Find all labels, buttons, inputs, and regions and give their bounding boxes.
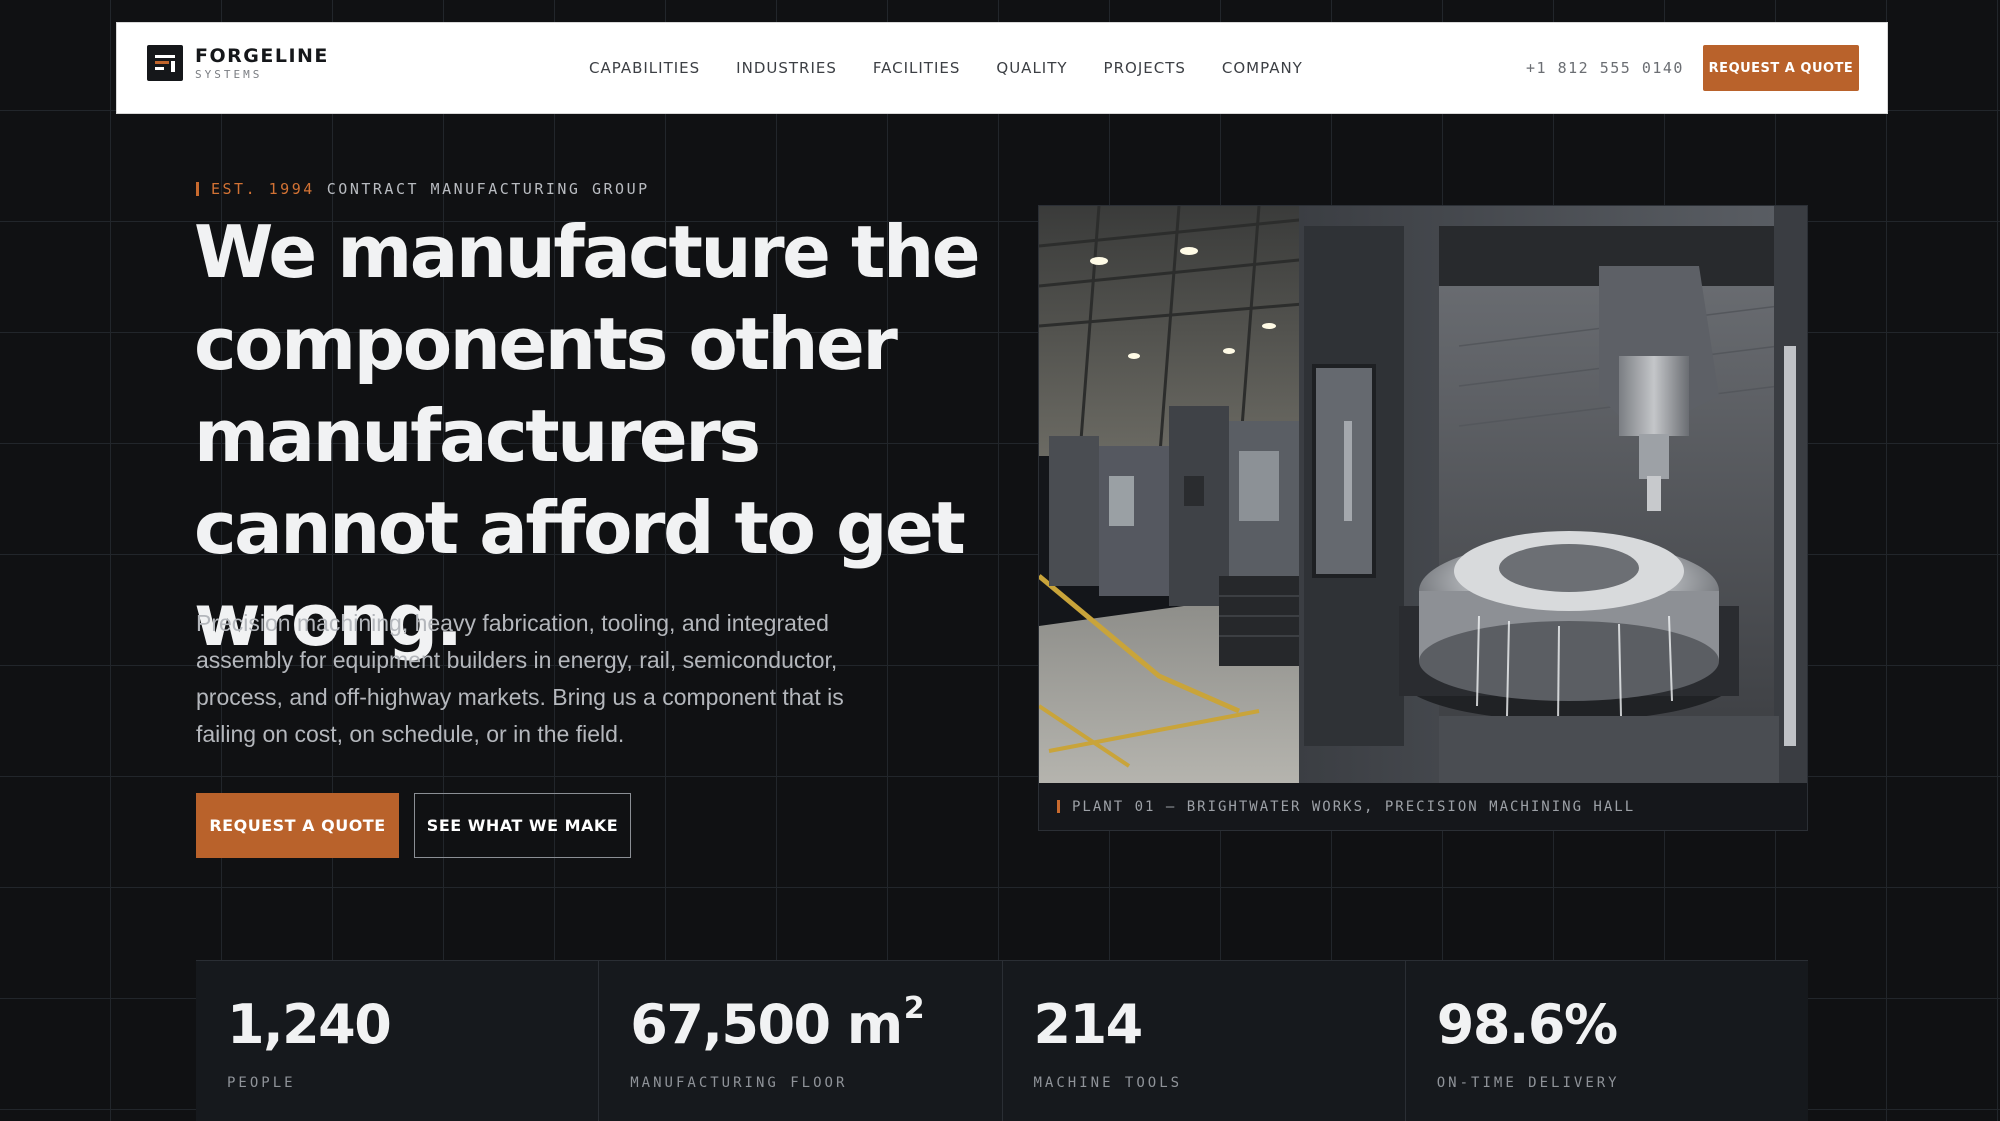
caption-accent-bar (1057, 800, 1060, 813)
hero-description: Precision machining, heavy fabrication, … (196, 610, 844, 747)
photo-caption: PLANT 01 — BRIGHTWATER WORKS, PRECISION … (1039, 783, 1807, 830)
logo-text: FORGELINE SYSTEMS (195, 44, 329, 81)
stats-bar: 1,240 PEOPLE 67,500 m2 MANUFACTURING FLO… (196, 960, 1808, 1121)
brand-subtitle: SYSTEMS (195, 67, 263, 81)
nav-link-company[interactable]: COMPANY (1222, 59, 1303, 77)
stat-value: 98.6% (1436, 993, 1618, 1056)
nav-link-capabilities[interactable]: CAPABILITIES (589, 59, 700, 77)
see-what-we-make-button[interactable]: SEE WHAT WE MAKE (414, 793, 631, 858)
stat-label: ON-TIME DELIVERY (1436, 1075, 1620, 1091)
nav-link-quality[interactable]: QUALITY (996, 59, 1067, 77)
nav-request-quote-button[interactable]: REQUEST A QUOTE (1703, 45, 1859, 91)
machining-hall-photo (1039, 206, 1807, 783)
stat-on-time-delivery: 98.6% ON-TIME DELIVERY (1406, 961, 1808, 1121)
primary-nav: CAPABILITIES INDUSTRIES FACILITIES QUALI… (589, 23, 1303, 113)
brand-name: FORGELINE (195, 44, 329, 67)
nav-link-facilities[interactable]: FACILITIES (873, 59, 961, 77)
stat-value: 67,500 m2 (630, 991, 924, 1056)
stat-machine-tools: 214 MACHINE TOOLS (1003, 961, 1406, 1121)
logo-mark-icon (147, 45, 183, 81)
stat-label: PEOPLE (227, 1075, 296, 1091)
eyebrow-established: EST. 1994 (211, 180, 315, 198)
stat-superscript: 2 (903, 991, 925, 1026)
hero-request-quote-button[interactable]: REQUEST A QUOTE (196, 793, 399, 858)
brand-logo[interactable]: FORGELINE SYSTEMS (147, 45, 329, 81)
stat-label: MACHINE TOOLS (1033, 1075, 1183, 1091)
photo-caption-text: PLANT 01 — BRIGHTWATER WORKS, PRECISION … (1072, 798, 1636, 815)
stat-people: 1,240 PEOPLE (196, 961, 600, 1121)
hero-eyebrow: EST. 1994 CONTRACT MANUFACTURING GROUP (196, 180, 650, 198)
stat-value: 1,240 (227, 993, 392, 1056)
eyebrow-accent-bar (196, 182, 199, 196)
phone-number-link[interactable]: +1 812 555 0140 (1526, 23, 1684, 113)
stat-value: 214 (1033, 993, 1144, 1056)
hero-headline: We manufacture the components other manu… (194, 210, 981, 662)
stat-manufacturing-floor: 67,500 m2 MANUFACTURING FLOOR (599, 961, 1003, 1121)
top-navigation: FORGELINE SYSTEMS CAPABILITIES INDUSTRIE… (116, 22, 1888, 114)
stat-label: MANUFACTURING FLOOR (630, 1075, 848, 1091)
nav-link-projects[interactable]: PROJECTS (1104, 59, 1186, 77)
plant-photo-card: PLANT 01 — BRIGHTWATER WORKS, PRECISION … (1038, 205, 1808, 831)
nav-link-industries[interactable]: INDUSTRIES (736, 59, 837, 77)
eyebrow-tagline: CONTRACT MANUFACTURING GROUP (326, 180, 650, 198)
